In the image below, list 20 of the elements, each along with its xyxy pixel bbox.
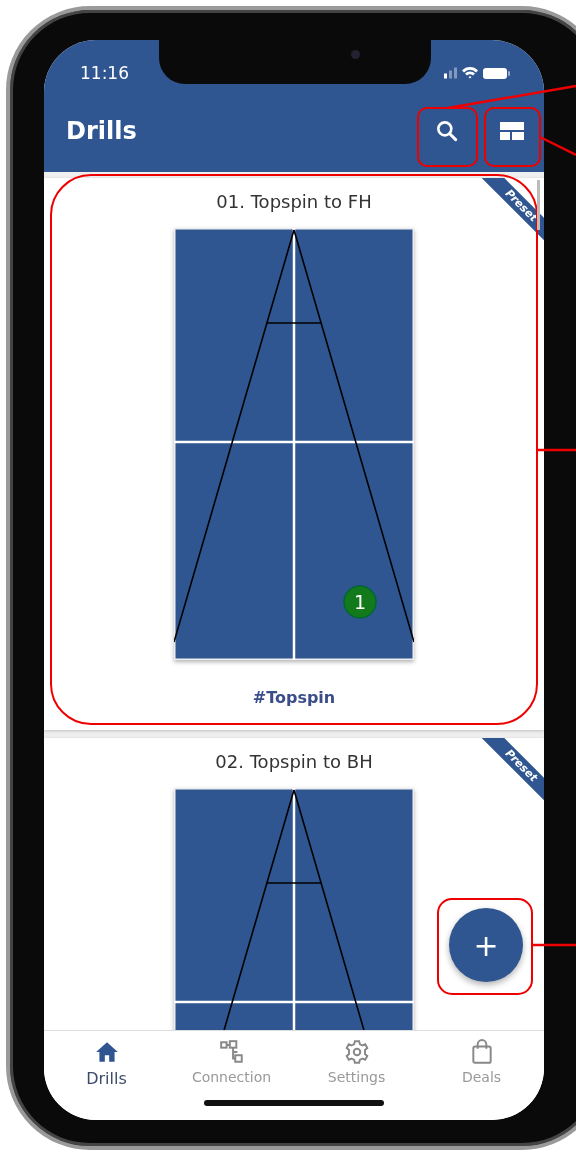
drill-tag[interactable]: #Topspin xyxy=(252,688,336,708)
leader-line xyxy=(539,135,576,157)
highlight-outline xyxy=(417,107,478,167)
wifi-icon xyxy=(462,67,478,79)
status-time: 11:16 xyxy=(80,63,129,83)
scrollbar xyxy=(537,180,540,230)
signal-icon xyxy=(444,67,457,79)
leader-line xyxy=(537,448,576,452)
nav-tab[interactable]: Drills xyxy=(44,1039,169,1120)
search-icon xyxy=(434,118,460,144)
gear-icon xyxy=(343,1039,370,1065)
layout-icon xyxy=(499,120,525,142)
highlight-outline xyxy=(484,107,541,167)
drill-title: 02. Topspin to BH xyxy=(215,750,373,774)
ball-marker: 1 xyxy=(343,585,377,619)
battery-icon xyxy=(483,67,510,79)
screen-title: Drills xyxy=(66,117,138,145)
network-icon xyxy=(218,1039,245,1065)
leader-line xyxy=(532,943,576,947)
drill-title: 01. Topspin to FH xyxy=(216,190,372,214)
